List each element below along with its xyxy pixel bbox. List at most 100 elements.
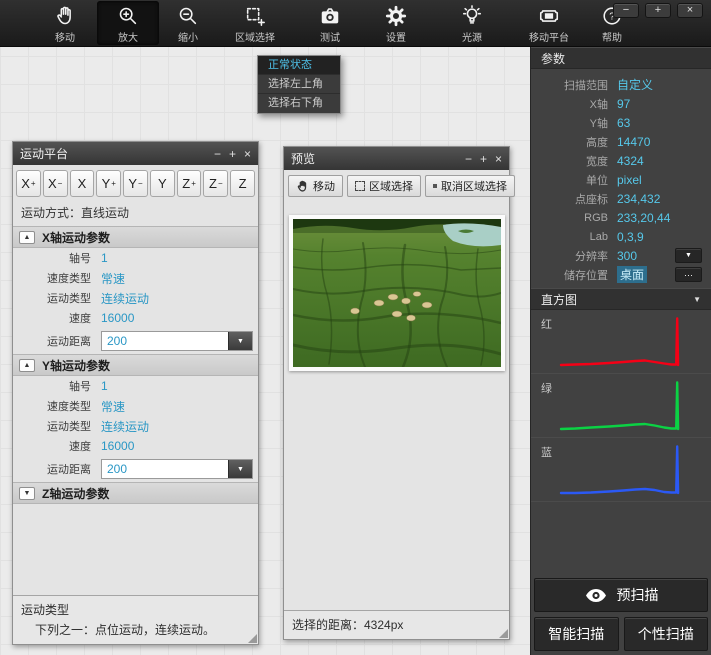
param-row: 速度16000 [13, 436, 258, 456]
param-row: 运动类型连续运动 [13, 416, 258, 436]
window-maximize-button[interactable]: + [645, 3, 671, 18]
panel-close-icon[interactable]: × [244, 148, 251, 160]
param-value: 0,3,9 [617, 230, 644, 244]
axis-button-x[interactable]: X [70, 170, 95, 197]
section-header[interactable]: ▲ X轴运动参数 [13, 226, 258, 248]
param-label: 速度类型 [13, 398, 101, 414]
param-label: RGB [531, 212, 617, 224]
camera-icon [319, 4, 341, 28]
section-header[interactable]: ▲Y轴运动参数 [13, 354, 258, 376]
preview-panel-footer: 选择的距离：4324px [284, 610, 509, 639]
resize-handle[interactable] [248, 634, 257, 643]
axis-button-y-minus[interactable]: Y− [123, 170, 148, 197]
toolbar-item-bulb[interactable]: 光源 [441, 1, 503, 45]
axis-button-y[interactable]: Y [150, 170, 175, 197]
param-value: 自定义 [617, 76, 653, 93]
smart-scan-label: 智能扫描 [548, 624, 604, 644]
smart-scan-button[interactable]: 智能扫描 [534, 617, 619, 651]
selected-distance-label: 选择的距离：4324px [292, 616, 501, 633]
footer-title: 运动类型 [21, 601, 250, 618]
chevron-up-icon[interactable]: ▲ [19, 359, 35, 372]
chevron-down-icon[interactable]: ▼ [19, 487, 35, 500]
prescan-label: 预扫描 [617, 585, 659, 605]
chevron-up-icon[interactable]: ▲ [19, 231, 35, 244]
axis-button-y-plus[interactable]: Y+ [96, 170, 121, 197]
histogram-section-header: 直方图 ▼ [531, 288, 711, 310]
window-close-button[interactable]: × [677, 3, 703, 18]
custom-scan-button[interactable]: 个性扫描 [624, 617, 709, 651]
motion-panel-header[interactable]: 运动平台 − + × [13, 142, 258, 165]
preview-empty-area [284, 371, 509, 610]
histogram-green-channel: 绿 [531, 374, 711, 438]
axis-button-z-minus[interactable]: Z− [203, 170, 228, 197]
section-title: X轴运动参数 [42, 229, 110, 246]
param-row: 运动类型连续运动 [13, 288, 258, 308]
combobox-value: 200 [102, 332, 228, 350]
param-value: 桌面 [617, 266, 647, 283]
channel-label: 绿 [541, 380, 552, 396]
panel-maximize-icon[interactable]: + [229, 148, 236, 160]
preview-landscape-image [293, 219, 501, 367]
preview-photo-frame[interactable] [289, 215, 505, 371]
browse-button[interactable]: ··· [675, 267, 702, 282]
move-button[interactable]: 移动 [288, 175, 343, 197]
param-row: 轴号1 [13, 248, 258, 268]
axis-button-x-plus[interactable]: X+ [16, 170, 41, 197]
prescan-button[interactable]: 预扫描 [534, 578, 708, 612]
chevron-down-icon[interactable]: ▼ [228, 332, 252, 350]
toolbar-item-platform[interactable]: 移动平台 [518, 1, 580, 45]
distance-combobox[interactable]: 200▼ [101, 459, 253, 479]
toolbar-item-label: 缩小 [178, 29, 198, 44]
zoom-in-icon [117, 4, 139, 28]
toolbar-item-label: 设置 [386, 29, 406, 44]
menu-item[interactable]: 选择右下角 [258, 94, 340, 113]
param-row: 速度类型常速 [13, 396, 258, 416]
panel-minimize-icon[interactable]: − [465, 153, 472, 165]
param-value: 4324 [617, 154, 644, 168]
right-sidebar: 参数 扫描范围自定义X轴97Y轴63高度14470宽度4324单位pixel点座… [530, 47, 711, 655]
axis-button-x-minus[interactable]: X− [43, 170, 68, 197]
toolbar-item-region-select[interactable]: 区域选择 [224, 1, 286, 45]
menu-item[interactable]: 选择左上角 [258, 75, 340, 94]
panel-minimize-icon[interactable]: − [214, 148, 221, 160]
histogram-curve [561, 319, 678, 366]
param-row: 高度14470 [531, 132, 711, 151]
chevron-down-icon[interactable]: ▼ [228, 460, 252, 478]
toolbar-item-zoom-out[interactable]: 缩小 [157, 1, 219, 45]
eye-icon [584, 588, 608, 603]
distance-combobox[interactable]: 200▼ [101, 331, 253, 351]
chevron-down-icon[interactable]: ▼ [693, 295, 701, 304]
motion-panel-footer: 运动类型 下列之一：点位运动，连续运动。 [13, 595, 258, 644]
channel-label: 蓝 [541, 444, 552, 460]
param-row: 宽度4324 [531, 151, 711, 170]
section-header[interactable]: ▼Z轴运动参数 [13, 482, 258, 504]
param-row: 运动距离200▼ [13, 456, 258, 482]
panel-close-icon[interactable]: × [495, 153, 502, 165]
combobox-value: 200 [102, 460, 228, 478]
menu-item[interactable]: 正常状态 [258, 56, 340, 75]
button-label: 取消区域选择 [441, 178, 507, 194]
window-minimize-button[interactable]: − [613, 3, 639, 18]
cancel-region-button[interactable]: 取消区域选择 [425, 175, 515, 197]
toolbar-item-hand[interactable]: 移动 [34, 1, 96, 45]
param-label: 点座标 [531, 191, 617, 207]
resize-handle[interactable] [499, 629, 508, 638]
axis-button-z[interactable]: Z [230, 170, 255, 197]
param-row: 轴号1 [13, 376, 258, 396]
toolbar-item-gear[interactable]: 设置 [365, 1, 427, 45]
toolbar-item-zoom-in[interactable]: 放大 [97, 1, 159, 45]
histogram-blue-channel: 蓝 [531, 438, 711, 502]
motion-panel-title: 运动平台 [20, 145, 206, 162]
param-label: 储存位置 [531, 267, 617, 283]
params-title: 参数 [541, 50, 565, 67]
param-value: 63 [617, 116, 630, 130]
region-select-button[interactable]: 区域选择 [347, 175, 421, 197]
toolbar-item-camera[interactable]: 测试 [299, 1, 361, 45]
preview-panel-header[interactable]: 预览 − + × [284, 147, 509, 170]
axis-button-z-plus[interactable]: Z+ [177, 170, 202, 197]
panel-maximize-icon[interactable]: + [480, 153, 487, 165]
motion-platform-panel: 运动平台 − + × X+X−XY+Y−YZ+Z−Z 运动方式：直线运动 ▲X轴… [12, 141, 259, 645]
hand-icon [54, 4, 76, 28]
chevron-down-icon[interactable]: ▼ [675, 248, 702, 263]
param-label: 高度 [531, 134, 617, 150]
